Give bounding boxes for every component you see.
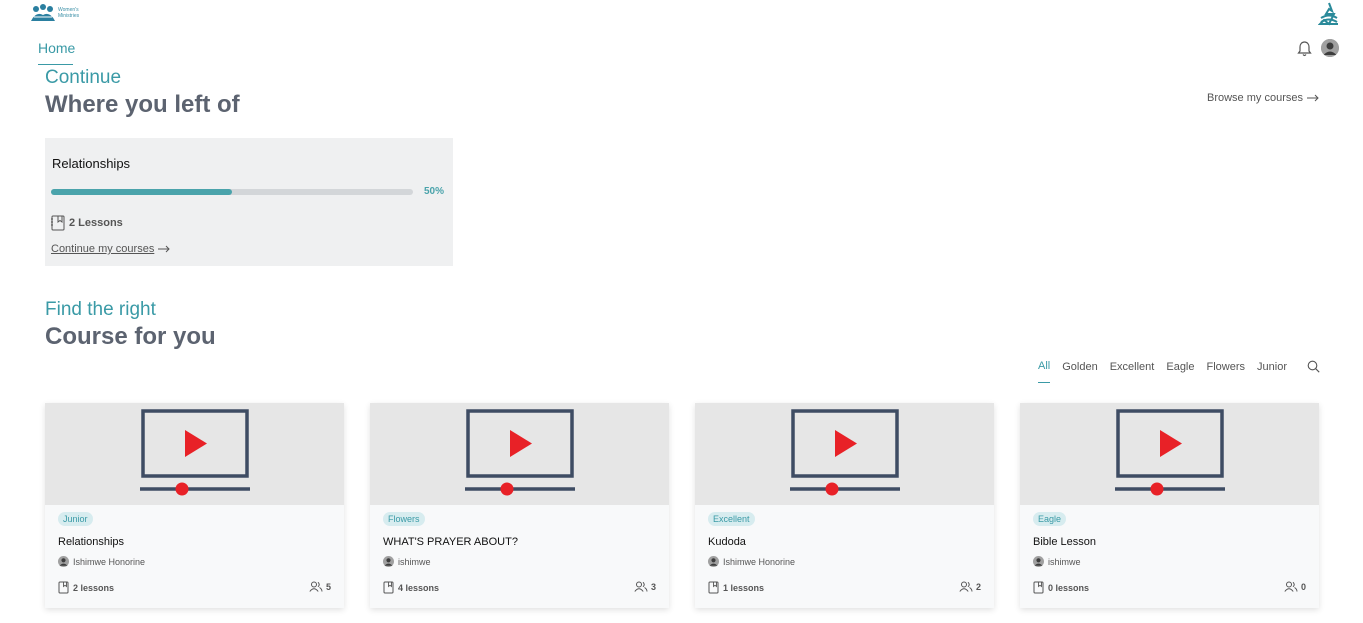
course-category-badge: Excellent bbox=[708, 512, 755, 526]
browse-label: Browse my courses bbox=[1207, 92, 1303, 104]
book-icon bbox=[51, 215, 65, 231]
video-play-icon bbox=[789, 409, 900, 496]
progress-bar-fill bbox=[51, 189, 232, 195]
course-students: 2 bbox=[959, 581, 981, 592]
course-author-name: ishimwe bbox=[398, 556, 431, 567]
course-card[interactable]: Eagle Bible Lesson ishimwe 0 lessons 0 bbox=[1020, 403, 1319, 608]
course-author: Ishimwe Honorine bbox=[58, 556, 145, 567]
course-students: 3 bbox=[634, 581, 656, 592]
book-icon bbox=[383, 581, 394, 594]
logo-text: Women's Ministries bbox=[58, 7, 80, 19]
progress-percent: 50% bbox=[424, 186, 445, 197]
course-thumbnail bbox=[45, 403, 344, 505]
course-author-name: ishimwe bbox=[1048, 556, 1081, 567]
main-nav: Home bbox=[38, 40, 75, 65]
church-logo-icon bbox=[1317, 2, 1338, 26]
filter-tab-golden[interactable]: Golden bbox=[1062, 361, 1097, 383]
course-thumbnail bbox=[1020, 403, 1319, 505]
video-play-icon bbox=[464, 409, 575, 496]
course-thumbnail bbox=[370, 403, 669, 505]
filter-tab-junior[interactable]: Junior bbox=[1257, 361, 1287, 383]
church-logo[interactable] bbox=[1317, 2, 1340, 31]
users-icon bbox=[309, 581, 323, 592]
search-icon bbox=[1307, 360, 1320, 373]
course-students: 5 bbox=[309, 581, 331, 592]
avatar-icon bbox=[1033, 556, 1044, 567]
womens-ministries-logo[interactable]: Women's Ministries bbox=[30, 3, 86, 23]
resume-lessons-label: 2 Lessons bbox=[69, 217, 123, 229]
arrow-right-icon bbox=[1306, 94, 1319, 102]
course-category-badge: Junior bbox=[58, 512, 93, 526]
course-thumbnail bbox=[695, 403, 994, 505]
course-lessons-label: 2 lessons bbox=[73, 582, 115, 593]
course-author-name: Ishimwe Honorine bbox=[73, 556, 146, 567]
course-author-name: Ishimwe Honorine bbox=[723, 556, 796, 567]
user-avatar[interactable] bbox=[1321, 39, 1339, 57]
continue-link-label: Continue my courses bbox=[51, 243, 155, 255]
book-icon bbox=[708, 581, 719, 594]
search-button[interactable] bbox=[1307, 360, 1320, 378]
course-lessons-label: 1 lessons bbox=[723, 582, 765, 593]
continue-title: Where you left of bbox=[45, 91, 240, 118]
course-lessons: 4 lessons bbox=[383, 581, 439, 594]
course-lessons: 0 lessons bbox=[1033, 581, 1089, 594]
category-filters: All Golden Excellent Eagle Flowers Junior bbox=[1038, 360, 1299, 383]
video-play-icon bbox=[1114, 409, 1225, 496]
nav-home-tab[interactable]: Home bbox=[38, 40, 75, 65]
course-lessons-label: 4 lessons bbox=[398, 582, 440, 593]
resume-lessons: 2 Lessons bbox=[51, 215, 123, 231]
notifications-button[interactable] bbox=[1297, 40, 1312, 62]
course-category-badge: Flowers bbox=[383, 512, 425, 526]
resume-course-title: Relationships bbox=[52, 156, 131, 171]
filter-tab-excellent[interactable]: Excellent bbox=[1110, 361, 1155, 383]
top-bar: Women's Ministries bbox=[0, 0, 1363, 30]
course-students: 0 bbox=[1284, 581, 1306, 592]
course-lessons: 1 lessons bbox=[708, 581, 764, 594]
course-category-badge: Eagle bbox=[1033, 512, 1067, 526]
book-icon bbox=[1033, 581, 1044, 594]
course-card[interactable]: Excellent Kudoda Ishimwe Honorine 1 less… bbox=[695, 403, 994, 608]
course-title: Bible Lesson bbox=[1033, 536, 1096, 548]
course-author: Ishimwe Honorine bbox=[708, 556, 795, 567]
find-title: Course for you bbox=[45, 323, 216, 350]
course-author: ishimwe bbox=[1033, 556, 1081, 567]
course-students-count: 0 bbox=[1300, 581, 1306, 592]
course-students-count: 3 bbox=[650, 581, 656, 592]
course-author: ishimwe bbox=[383, 556, 431, 567]
arrow-right-icon bbox=[158, 245, 171, 253]
course-students-count: 2 bbox=[975, 581, 981, 592]
users-icon bbox=[634, 581, 648, 592]
filter-tab-flowers[interactable]: Flowers bbox=[1207, 361, 1246, 383]
users-icon bbox=[959, 581, 973, 592]
course-card[interactable]: Junior Relationships Ishimwe Honorine 2 … bbox=[45, 403, 344, 608]
course-title: Relationships bbox=[58, 536, 125, 548]
resume-course-card[interactable]: Relationships 50% 2 Lessons Continue my … bbox=[45, 138, 453, 266]
continue-subtitle: Continue bbox=[45, 67, 122, 88]
course-title: Kudoda bbox=[708, 536, 746, 548]
avatar-icon bbox=[58, 556, 69, 567]
book-icon bbox=[58, 581, 69, 594]
filter-tab-eagle[interactable]: Eagle bbox=[1166, 361, 1194, 383]
logo-icon bbox=[31, 4, 55, 21]
avatar-icon bbox=[383, 556, 394, 567]
course-students-count: 5 bbox=[325, 581, 331, 592]
course-lessons: 2 lessons bbox=[58, 581, 114, 594]
avatar-icon bbox=[708, 556, 719, 567]
progress-bar bbox=[51, 189, 413, 195]
course-title: WHAT'S PRAYER ABOUT? bbox=[383, 536, 518, 548]
continue-my-courses-link[interactable]: Continue my courses bbox=[51, 243, 171, 255]
video-play-icon bbox=[139, 409, 250, 496]
bell-icon bbox=[1297, 41, 1312, 57]
find-subtitle: Find the right bbox=[45, 299, 156, 320]
filter-tab-all[interactable]: All bbox=[1038, 360, 1051, 383]
users-icon bbox=[1284, 581, 1298, 592]
browse-my-courses-link[interactable]: Browse my courses bbox=[1207, 92, 1319, 104]
course-lessons-label: 0 lessons bbox=[1048, 582, 1090, 593]
avatar-icon bbox=[1321, 39, 1339, 57]
course-card[interactable]: Flowers WHAT'S PRAYER ABOUT? ishimwe 4 l… bbox=[370, 403, 669, 608]
